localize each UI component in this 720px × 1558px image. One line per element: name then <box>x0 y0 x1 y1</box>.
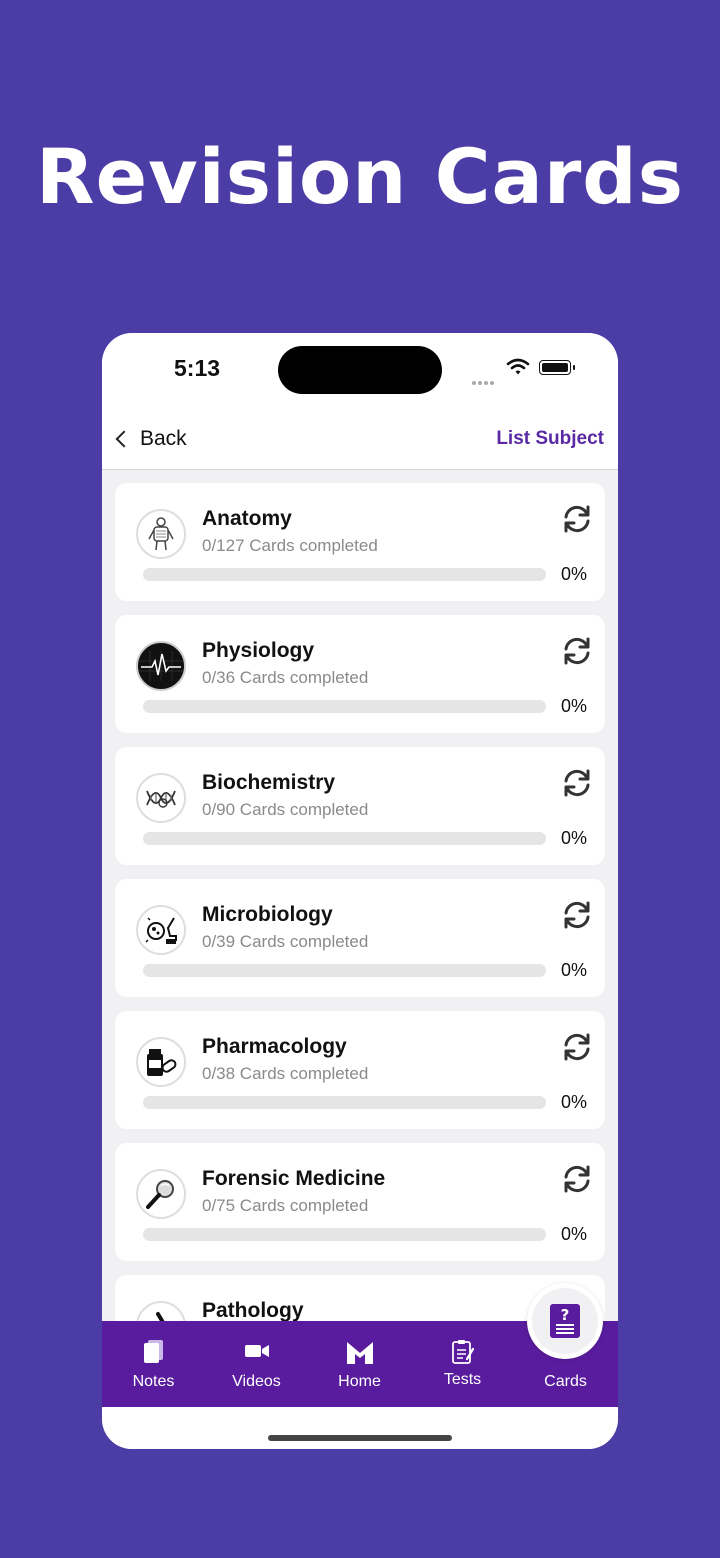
subject-name: Anatomy <box>202 507 292 530</box>
subject-card-biochemistry[interactable]: Biochemistry 0/90 Cards completed 0% <box>115 747 605 865</box>
progress-bar <box>143 1228 546 1241</box>
home-indicator-area <box>102 1407 618 1449</box>
subject-list[interactable]: Anatomy 0/127 Cards completed 0% Physiol… <box>102 483 618 1321</box>
magnifier-icon <box>136 1169 186 1219</box>
status-bar: 5:13 <box>102 333 618 405</box>
tab-label: Tests <box>443 1371 482 1388</box>
tab-home[interactable]: Home <box>308 1321 411 1407</box>
subject-count: 0/39 Cards completed <box>202 932 369 951</box>
page-headline: Revision Cards <box>36 132 684 221</box>
microscope-bacteria-icon <box>136 905 186 955</box>
progress-bar <box>143 964 546 977</box>
refresh-icon[interactable] <box>561 1163 593 1195</box>
refresh-icon[interactable] <box>561 767 593 799</box>
subject-count: 0/36 Cards completed <box>202 668 369 687</box>
back-button[interactable]: Back <box>114 427 187 451</box>
video-camera-icon <box>205 1339 308 1367</box>
battery-icon <box>539 360 575 375</box>
tests-clipboard-icon <box>411 1339 514 1367</box>
subject-count: 0/38 Cards completed <box>202 1064 369 1083</box>
nav-bar: Back List Subject <box>102 405 618 470</box>
subject-name: Pharmacology <box>202 1035 347 1058</box>
back-label: Back <box>140 427 187 450</box>
progress-bar <box>143 1096 546 1109</box>
microscope-icon <box>136 1301 186 1321</box>
progress-percent: 0% <box>561 1092 588 1112</box>
status-time: 5:13 <box>174 355 221 381</box>
progress-percent: 0% <box>561 696 588 716</box>
subject-card-anatomy[interactable]: Anatomy 0/127 Cards completed 0% <box>115 483 605 601</box>
dna-icon <box>136 773 186 823</box>
progress-percent: 0% <box>561 828 588 848</box>
tab-videos[interactable]: Videos <box>205 1321 308 1407</box>
fab-inner: ? <box>532 1288 598 1354</box>
tab-notes[interactable]: Notes <box>102 1321 205 1407</box>
progress-bar <box>143 832 546 845</box>
chevron-left-icon <box>115 430 133 448</box>
progress-percent: 0% <box>561 564 588 584</box>
subject-card-pharmacology[interactable]: Pharmacology 0/38 Cards completed 0% <box>115 1011 605 1129</box>
subject-card-forensic-medicine[interactable]: Forensic Medicine 0/75 Cards completed 0… <box>115 1143 605 1261</box>
subject-name: Microbiology <box>202 903 333 926</box>
question-card-icon: ? <box>550 1304 580 1338</box>
subject-count: 0/75 Cards completed <box>202 1196 369 1215</box>
subject-count: 0/127 Cards completed <box>202 536 378 555</box>
progress-percent: 0% <box>561 960 588 980</box>
subject-name: Biochemistry <box>202 771 336 794</box>
tab-label: Home <box>338 1373 381 1390</box>
notes-icon <box>102 1339 205 1367</box>
progress-bar <box>143 700 546 713</box>
tab-label: Videos <box>232 1373 281 1390</box>
subject-name: Physiology <box>202 639 315 662</box>
progress-percent: 0% <box>561 1224 588 1244</box>
refresh-icon[interactable] <box>561 1031 593 1063</box>
phone-frame: 5:13 Back List Subject Anatomy 0/127 Car… <box>102 333 618 1449</box>
cards-fab-button[interactable]: ? <box>527 1283 603 1359</box>
subject-card-microbiology[interactable]: Microbiology 0/39 Cards completed 0% <box>115 879 605 997</box>
dynamic-island <box>278 346 442 394</box>
svg-text:?: ? <box>561 1306 570 1324</box>
subject-name: Forensic Medicine <box>202 1167 386 1190</box>
refresh-icon[interactable] <box>561 635 593 667</box>
home-indicator[interactable] <box>268 1435 452 1441</box>
subject-card-physiology[interactable]: Physiology 0/36 Cards completed 0% <box>115 615 605 733</box>
progress-bar <box>143 568 546 581</box>
subject-count: 0/90 Cards completed <box>202 800 369 819</box>
anatomy-icon <box>136 509 186 559</box>
wifi-icon <box>506 358 530 375</box>
list-subject-button[interactable]: List Subject <box>496 428 604 450</box>
ecg-heartbeat-icon <box>136 641 186 691</box>
pills-bottle-icon <box>136 1037 186 1087</box>
refresh-icon[interactable] <box>561 503 593 535</box>
refresh-icon[interactable] <box>561 899 593 931</box>
tab-tests[interactable]: Tests <box>411 1321 514 1407</box>
tab-label: Notes <box>132 1373 175 1390</box>
subject-name: Pathology <box>202 1299 304 1321</box>
tab-label: Cards <box>544 1373 587 1390</box>
home-logo-icon <box>308 1339 411 1367</box>
signal-icon <box>472 372 496 390</box>
